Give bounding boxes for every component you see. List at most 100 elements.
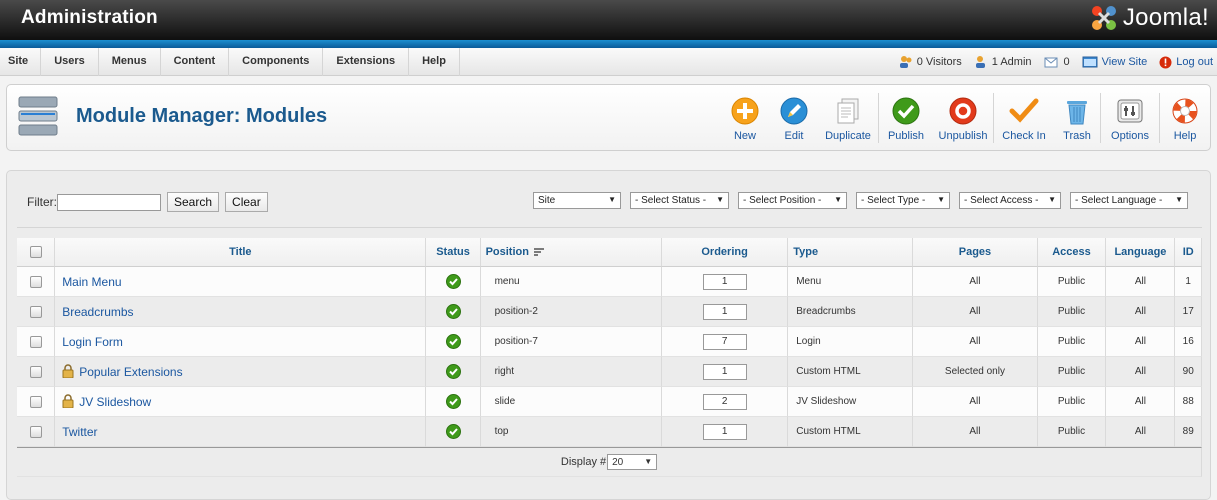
- status-bar: 0 Visitors 1 Admin 0 View Site Log out: [887, 48, 1213, 76]
- view-site-link[interactable]: View Site: [1082, 56, 1148, 68]
- status-cell: [426, 267, 481, 297]
- trash-label: Trash: [1063, 130, 1091, 142]
- title-cell: Login Form: [55, 327, 427, 357]
- menu-item-extensions[interactable]: Extensions: [323, 48, 410, 76]
- title-cell: JV Slideshow: [55, 387, 427, 417]
- column-position[interactable]: Position: [480, 238, 662, 267]
- trash-button[interactable]: Trash: [1054, 85, 1100, 150]
- search-button[interactable]: Search: [167, 192, 220, 212]
- admins-count: 1 Admin: [991, 56, 1032, 68]
- ordering-input[interactable]: 1: [702, 303, 747, 320]
- module-title-link[interactable]: Popular Extensions: [79, 365, 182, 379]
- menu-item-components[interactable]: Components: [229, 48, 324, 76]
- lock-icon[interactable]: [62, 364, 74, 378]
- options-label: Options: [1111, 130, 1149, 142]
- client-select[interactable]: Site: [533, 192, 621, 209]
- logout-link[interactable]: Log out: [1159, 56, 1213, 69]
- duplicate-button[interactable]: Duplicate: [818, 85, 878, 150]
- published-icon[interactable]: [445, 364, 461, 379]
- menu-item-menus[interactable]: Menus: [99, 48, 161, 76]
- row-checkbox[interactable]: [29, 305, 42, 318]
- clear-button[interactable]: Clear: [225, 192, 268, 212]
- new-button[interactable]: New: [720, 85, 770, 150]
- lifebuoy-icon: [1172, 98, 1198, 124]
- page-title: Module Manager: Modules: [76, 105, 328, 127]
- access-select[interactable]: - Select Access -: [959, 192, 1061, 209]
- admins-status: 1 Admin: [974, 55, 1032, 69]
- row-checkbox[interactable]: [29, 365, 42, 378]
- row-checkbox[interactable]: [29, 395, 42, 408]
- module-manager-icon: [18, 96, 58, 136]
- column-title[interactable]: Title: [55, 238, 427, 267]
- column-ordering[interactable]: Ordering: [661, 238, 789, 267]
- module-title-link[interactable]: Main Menu: [62, 275, 121, 289]
- unpublish-label: Unpublish: [938, 130, 988, 142]
- column-type[interactable]: Type: [788, 238, 914, 267]
- published-icon[interactable]: [445, 334, 461, 349]
- ordering-input[interactable]: 1: [702, 363, 747, 380]
- id-cell: 89: [1175, 417, 1202, 447]
- module-title-link[interactable]: JV Slideshow: [79, 395, 151, 409]
- checkin-button[interactable]: Check In: [994, 85, 1054, 150]
- duplicate-icon: [837, 98, 859, 124]
- row-checkbox[interactable]: [29, 275, 42, 288]
- lock-icon[interactable]: [62, 394, 74, 408]
- language-select[interactable]: - Select Language -: [1070, 192, 1188, 209]
- menu-item-users[interactable]: Users: [41, 48, 99, 76]
- menu-item-site[interactable]: Site: [0, 48, 42, 76]
- edit-button[interactable]: Edit: [770, 85, 818, 150]
- ordering-cell: 1: [661, 417, 789, 447]
- module-title-link[interactable]: Twitter: [62, 425, 97, 439]
- row-checkbox[interactable]: [29, 335, 42, 348]
- language-cell: All: [1106, 417, 1176, 447]
- table-row: Popular Extensions right 1 Custom HTML Selec…: [17, 357, 1202, 387]
- ordering-input[interactable]: 7: [702, 333, 747, 350]
- pages-cell: All: [913, 267, 1038, 297]
- id-cell: 1: [1175, 267, 1202, 297]
- module-title-link[interactable]: Breadcrumbs: [62, 305, 133, 319]
- row-checkbox[interactable]: [29, 425, 42, 438]
- access-cell: Public: [1037, 267, 1107, 297]
- column-language[interactable]: Language: [1106, 238, 1176, 267]
- position-select[interactable]: - Select Position -: [738, 192, 847, 209]
- select-all-header[interactable]: [17, 238, 56, 267]
- published-icon[interactable]: [445, 394, 461, 409]
- toolbar-box: Module Manager: Modules New Edit Duplica…: [6, 84, 1211, 151]
- table-row: Twitter top 1 Custom HTML All Public All 89: [17, 417, 1202, 447]
- ordering-cell: 2: [661, 387, 789, 417]
- title-cell: Main Menu: [55, 267, 427, 297]
- column-pages[interactable]: Pages: [913, 238, 1038, 267]
- ordering-input[interactable]: 1: [702, 423, 747, 440]
- ordering-input[interactable]: 1: [702, 273, 747, 290]
- status-select[interactable]: - Select Status -: [630, 192, 729, 209]
- column-status[interactable]: Status: [426, 238, 481, 267]
- access-cell: Public: [1037, 297, 1107, 327]
- published-icon[interactable]: [445, 274, 461, 289]
- pagination-cell: Display # 20: [17, 447, 1202, 477]
- position-cell: top: [480, 417, 662, 447]
- select-all-checkbox[interactable]: [29, 246, 42, 259]
- unpublish-button[interactable]: Unpublish: [933, 85, 993, 150]
- published-icon[interactable]: [445, 424, 461, 439]
- ordering-input[interactable]: 2: [702, 393, 747, 410]
- published-icon[interactable]: [445, 304, 461, 319]
- position-cell: position-2: [480, 297, 662, 327]
- display-limit-select[interactable]: 20: [607, 454, 658, 470]
- type-select[interactable]: - Select Type -: [856, 192, 950, 209]
- menu-item-help[interactable]: Help: [409, 48, 460, 76]
- column-access[interactable]: Access: [1037, 238, 1107, 267]
- pages-cell: All: [913, 387, 1038, 417]
- pencil-icon: [780, 97, 808, 125]
- module-title-link[interactable]: Login Form: [62, 335, 123, 349]
- view-site-label: View Site: [1101, 56, 1148, 68]
- messages-status[interactable]: 0: [1044, 56, 1070, 68]
- help-button[interactable]: Help: [1160, 85, 1210, 150]
- options-button[interactable]: Options: [1101, 85, 1159, 150]
- table-row: Main Menu menu 1 Menu All Public All 1: [17, 267, 1202, 297]
- publish-button[interactable]: Publish: [879, 85, 933, 150]
- main-menu: Site Users Menus Content Components Exte…: [0, 48, 460, 76]
- menu-item-content[interactable]: Content: [161, 48, 230, 76]
- column-id[interactable]: ID: [1175, 238, 1202, 267]
- display-label: Display #: [560, 456, 607, 468]
- filter-search-input[interactable]: [57, 193, 161, 211]
